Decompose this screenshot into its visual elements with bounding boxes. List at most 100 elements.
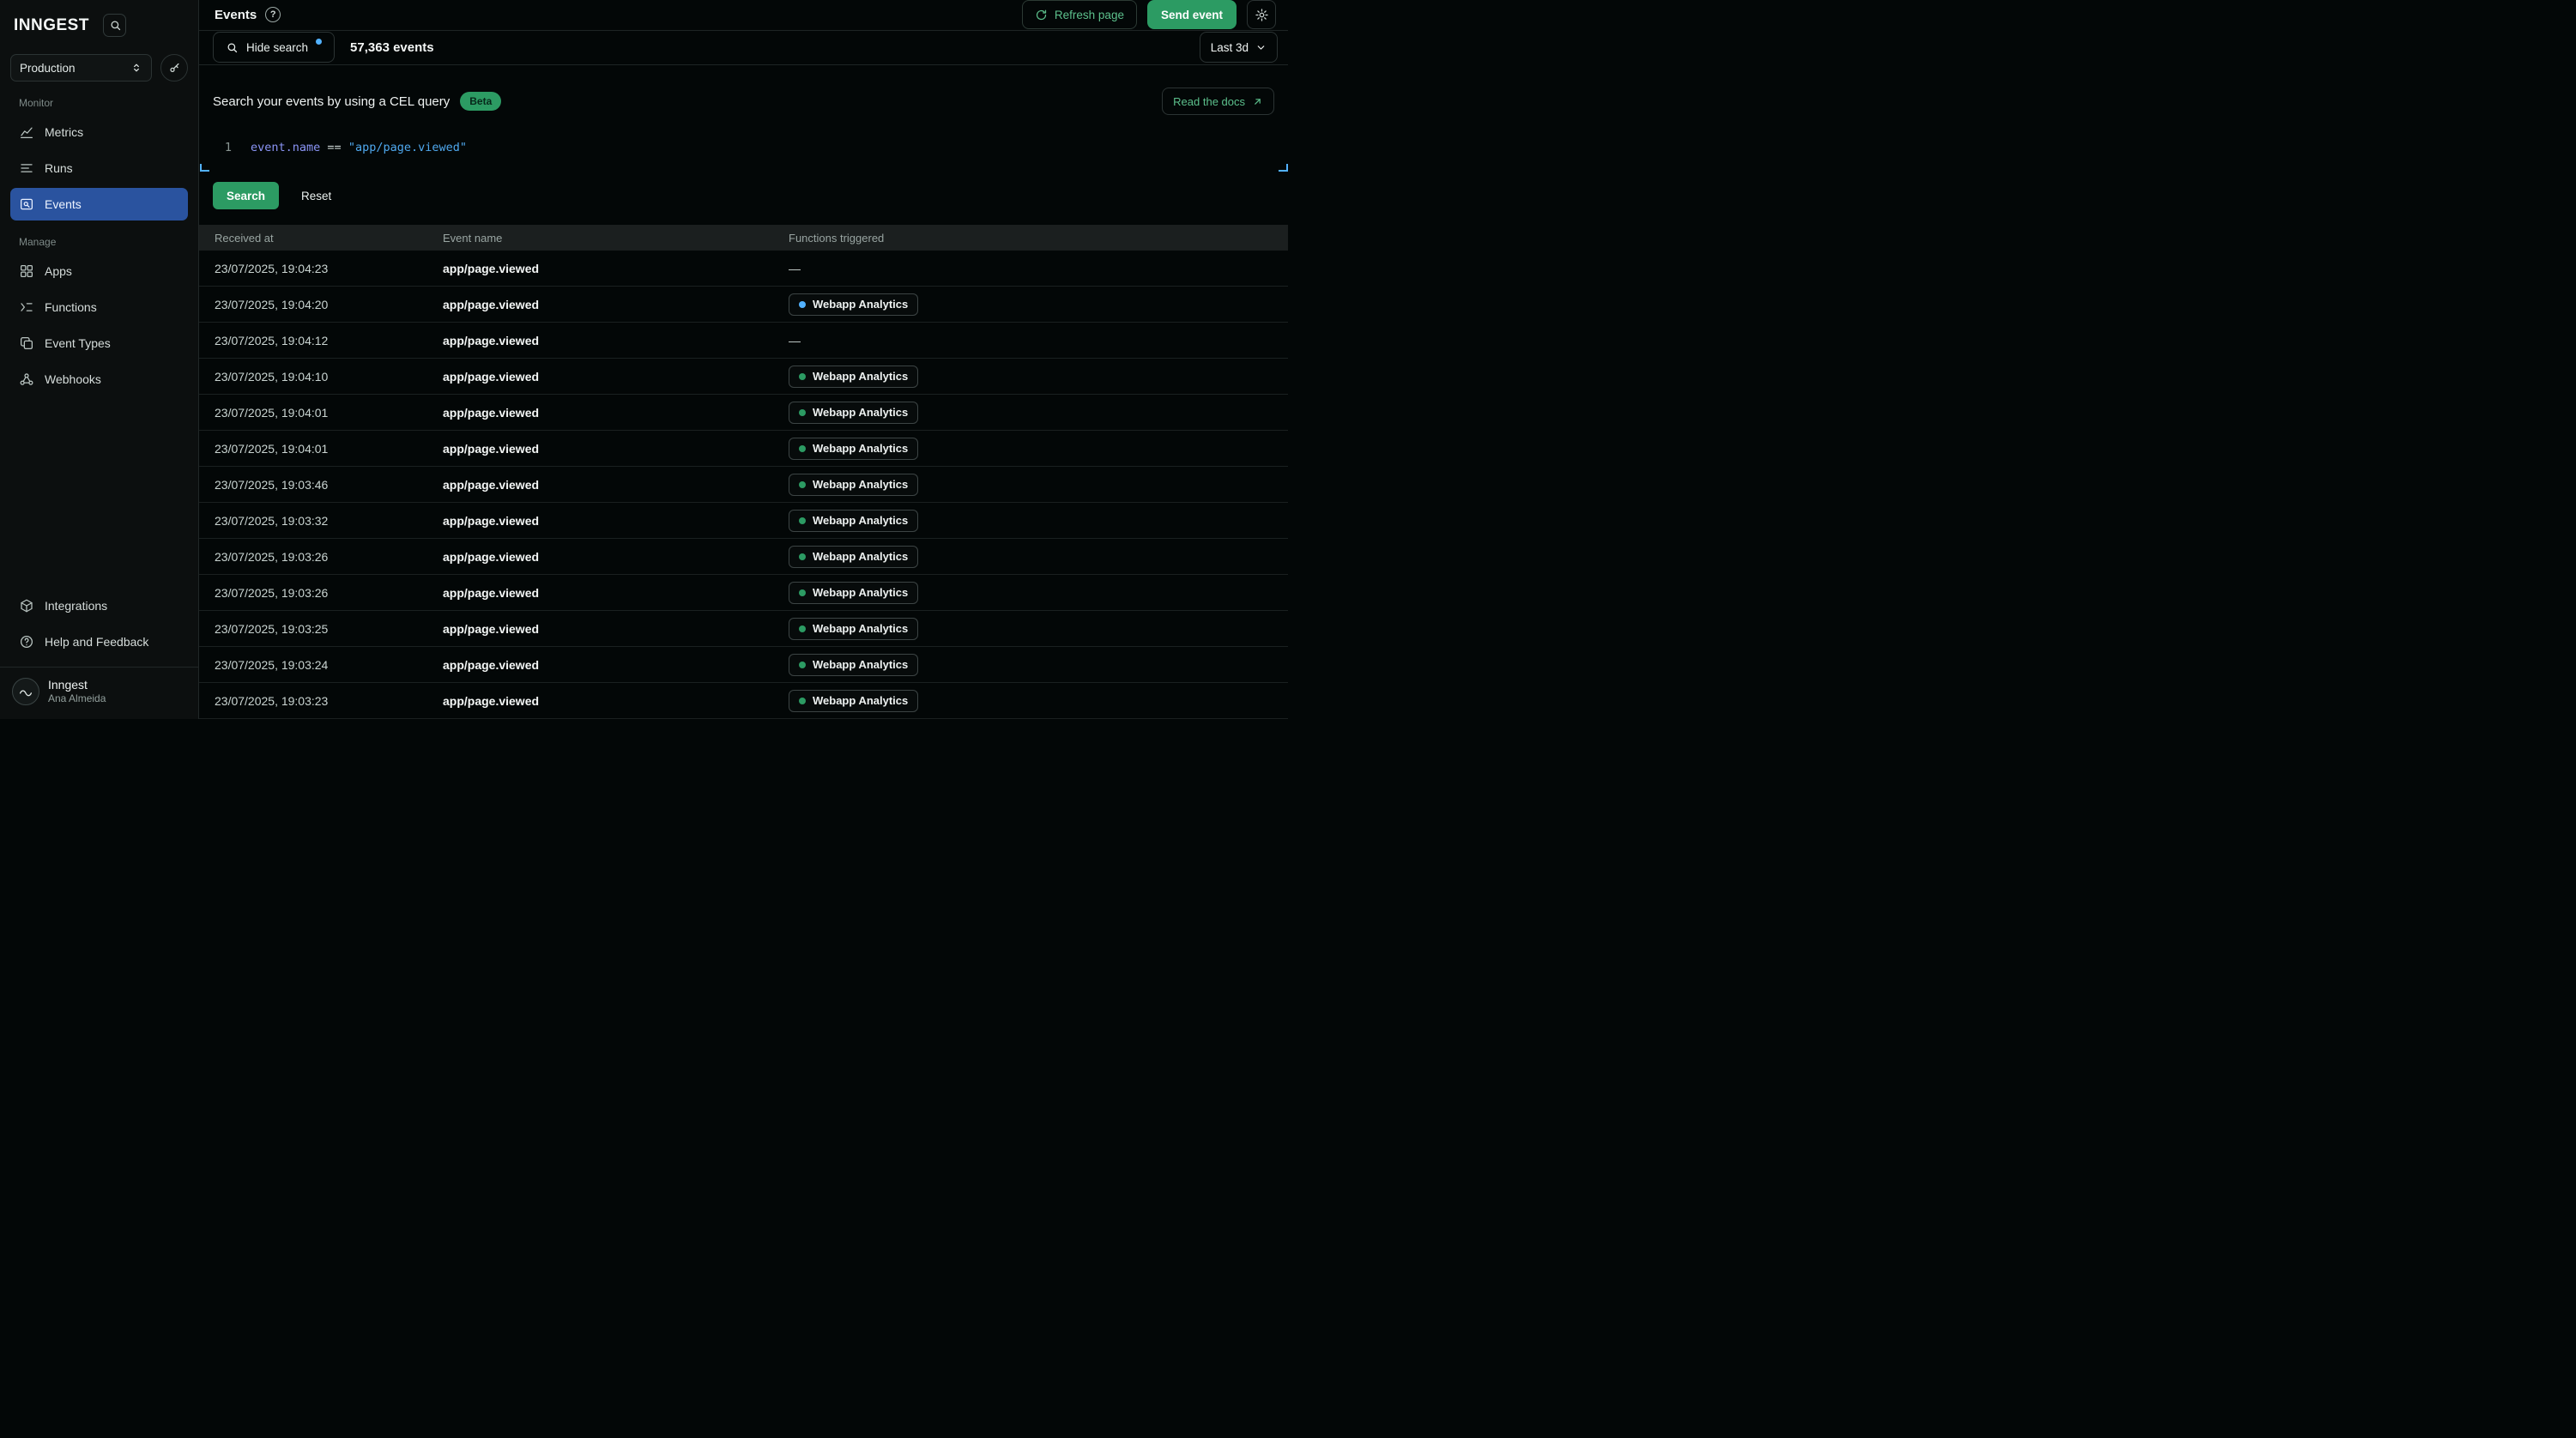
table-row[interactable]: 23/07/2025, 19:04:01 app/page.viewed Web… xyxy=(199,395,1288,431)
time-range-dropdown[interactable]: Last 3d xyxy=(1200,32,1278,63)
table-row[interactable]: 23/07/2025, 19:04:01 app/page.viewed Web… xyxy=(199,431,1288,467)
cell-functions: Webapp Analytics xyxy=(773,654,1288,676)
function-badge-label: Webapp Analytics xyxy=(813,586,908,599)
function-status-dot xyxy=(799,517,806,524)
cell-received-at: 23/07/2025, 19:04:01 xyxy=(199,406,427,420)
sidebar-item-runs[interactable]: Runs xyxy=(10,152,188,184)
sidebar-item-help-feedback[interactable]: Help and Feedback xyxy=(10,625,188,658)
header-actions: Refresh page Send event xyxy=(1022,0,1276,29)
function-badge[interactable]: Webapp Analytics xyxy=(789,618,918,640)
events-count: 57,363 events xyxy=(350,40,434,55)
send-event-button[interactable]: Send event xyxy=(1147,0,1237,29)
function-badge-label: Webapp Analytics xyxy=(813,514,908,527)
sidebar-item-event-types[interactable]: Event Types xyxy=(10,327,188,360)
function-badge[interactable]: Webapp Analytics xyxy=(789,438,918,460)
events-table: Received at Event name Functions trigger… xyxy=(199,225,1288,719)
cell-event-name: app/page.viewed xyxy=(427,658,773,672)
function-badge[interactable]: Webapp Analytics xyxy=(789,402,918,424)
cell-received-at: 23/07/2025, 19:03:32 xyxy=(199,514,427,528)
editor-resize-handle-left[interactable] xyxy=(200,164,209,172)
cell-received-at: 23/07/2025, 19:04:01 xyxy=(199,442,427,456)
hide-search-button[interactable]: Hide search xyxy=(213,32,335,63)
user-name: Ana Almeida xyxy=(48,692,106,705)
code-string: "app/page.viewed" xyxy=(348,141,467,154)
cell-received-at: 23/07/2025, 19:03:23 xyxy=(199,694,427,708)
sidebar-item-integrations[interactable]: Integrations xyxy=(10,589,188,622)
cel-query-editor[interactable]: 1 event.name == "app/page.viewed" xyxy=(199,132,1288,172)
sidebar-item-apps[interactable]: Apps xyxy=(10,255,188,287)
table-row[interactable]: 23/07/2025, 19:03:26 app/page.viewed Web… xyxy=(199,539,1288,575)
sidebar-item-functions[interactable]: Functions xyxy=(10,291,188,323)
cell-functions: — xyxy=(773,262,1288,275)
sidebar-search-button[interactable] xyxy=(103,14,126,37)
app-root: INNGEST Production xyxy=(0,0,1288,719)
cel-query-code: event.name == "app/page.viewed" xyxy=(251,139,467,156)
metrics-icon xyxy=(19,124,34,140)
table-row[interactable]: 23/07/2025, 19:03:26 app/page.viewed Web… xyxy=(199,575,1288,611)
cell-received-at: 23/07/2025, 19:03:46 xyxy=(199,478,427,492)
sidebar-item-webhooks[interactable]: Webhooks xyxy=(10,363,188,396)
settings-button[interactable] xyxy=(1247,0,1276,29)
editor-resize-handle-right[interactable] xyxy=(1279,164,1288,172)
cell-functions: Webapp Analytics xyxy=(773,474,1288,496)
function-status-dot xyxy=(799,662,806,668)
user-org: Inngest xyxy=(48,678,106,693)
nav-section-manage: Manage xyxy=(19,236,179,248)
function-badge[interactable]: Webapp Analytics xyxy=(789,510,918,532)
refresh-page-button[interactable]: Refresh page xyxy=(1022,0,1137,29)
inngest-logo: INNGEST xyxy=(14,16,89,35)
table-row[interactable]: 23/07/2025, 19:03:32 app/page.viewed Web… xyxy=(199,503,1288,539)
notification-dot xyxy=(316,39,322,45)
sidebar-item-metrics[interactable]: Metrics xyxy=(10,116,188,148)
table-row[interactable]: 23/07/2025, 19:04:20 app/page.viewed Web… xyxy=(199,287,1288,323)
function-badge[interactable]: Webapp Analytics xyxy=(789,582,918,604)
cell-received-at: 23/07/2025, 19:04:23 xyxy=(199,262,427,275)
function-badge[interactable]: Webapp Analytics xyxy=(789,293,918,316)
function-badge-label: Webapp Analytics xyxy=(813,550,908,563)
reset-button[interactable]: Reset xyxy=(293,182,340,209)
cell-received-at: 23/07/2025, 19:04:10 xyxy=(199,370,427,384)
code-operator: == xyxy=(327,141,341,154)
table-row[interactable]: 23/07/2025, 19:04:10 app/page.viewed Web… xyxy=(199,359,1288,395)
main-content: Events ? Refresh page Send event xyxy=(199,0,1288,719)
cell-functions: Webapp Analytics xyxy=(773,690,1288,712)
function-badge[interactable]: Webapp Analytics xyxy=(789,546,918,568)
function-badge-label: Webapp Analytics xyxy=(813,370,908,383)
function-badge[interactable]: Webapp Analytics xyxy=(789,366,918,388)
function-status-dot xyxy=(799,445,806,452)
event-keys-button[interactable] xyxy=(160,54,188,82)
function-badge[interactable]: Webapp Analytics xyxy=(789,654,918,676)
function-status-dot xyxy=(799,409,806,416)
function-status-dot xyxy=(799,373,806,380)
sidebar: INNGEST Production xyxy=(0,0,199,719)
sidebar-item-events[interactable]: Events xyxy=(10,188,188,221)
functions-icon xyxy=(19,299,34,315)
webhooks-icon xyxy=(19,372,34,387)
table-row[interactable]: 23/07/2025, 19:03:24 app/page.viewed Web… xyxy=(199,647,1288,683)
user-menu[interactable]: Inngest Ana Almeida xyxy=(0,667,198,720)
read-docs-button[interactable]: Read the docs xyxy=(1162,88,1274,115)
function-badge[interactable]: Webapp Analytics xyxy=(789,474,918,496)
cell-event-name: app/page.viewed xyxy=(427,370,773,384)
cell-event-name: app/page.viewed xyxy=(427,334,773,347)
function-badge-label: Webapp Analytics xyxy=(813,658,908,671)
environment-select[interactable]: Production xyxy=(10,54,152,82)
table-row[interactable]: 23/07/2025, 19:03:25 app/page.viewed Web… xyxy=(199,611,1288,647)
table-row[interactable]: 23/07/2025, 19:03:23 app/page.viewed Web… xyxy=(199,683,1288,719)
table-row[interactable]: 23/07/2025, 19:04:12 app/page.viewed — xyxy=(199,323,1288,359)
table-row[interactable]: 23/07/2025, 19:03:46 app/page.viewed Web… xyxy=(199,467,1288,503)
cell-event-name: app/page.viewed xyxy=(427,478,773,492)
logo-row: INNGEST xyxy=(10,0,188,40)
page-help-icon[interactable]: ? xyxy=(265,7,281,22)
no-functions-marker: — xyxy=(789,334,801,347)
editor-line-number: 1 xyxy=(213,139,232,156)
cell-event-name: app/page.viewed xyxy=(427,262,773,275)
search-button[interactable]: Search xyxy=(213,182,279,209)
function-badge[interactable]: Webapp Analytics xyxy=(789,690,918,712)
events-icon xyxy=(19,196,34,212)
cell-functions: Webapp Analytics xyxy=(773,438,1288,460)
function-badge-label: Webapp Analytics xyxy=(813,694,908,707)
table-row[interactable]: 23/07/2025, 19:04:23 app/page.viewed — xyxy=(199,251,1288,287)
cell-functions: Webapp Analytics xyxy=(773,402,1288,424)
avatar xyxy=(12,678,39,705)
